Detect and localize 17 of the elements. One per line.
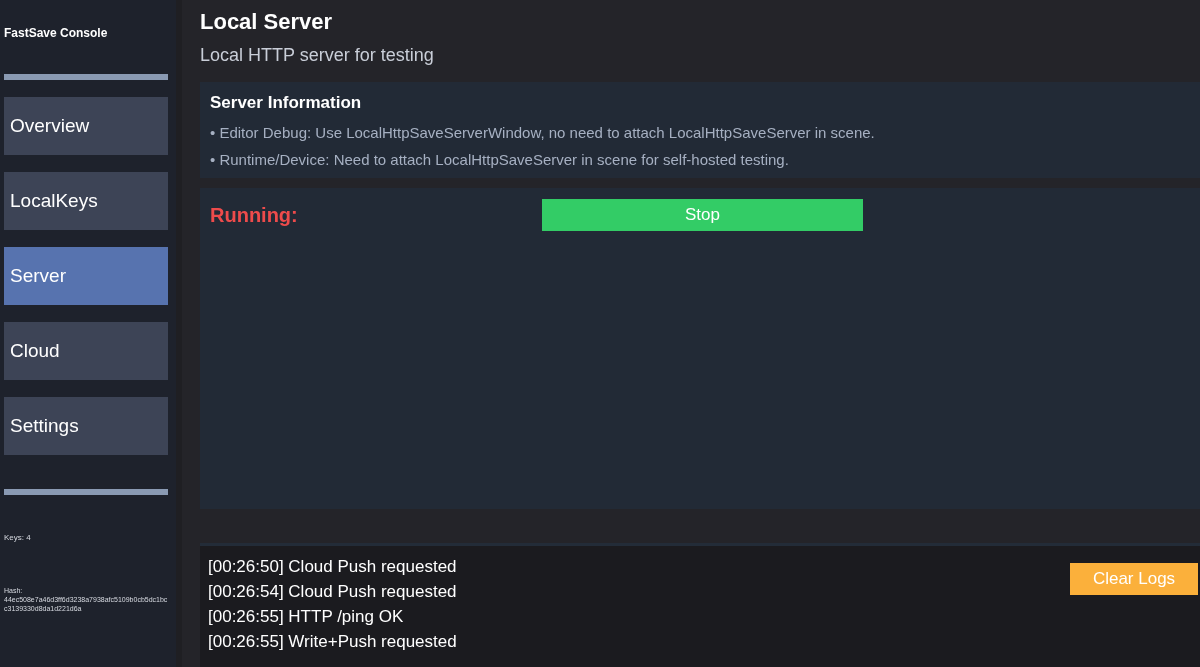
- log-line: [00:26:55] Write+Push requested: [208, 631, 458, 653]
- info-text: • Runtime/Device: Need to attach LocalHttpSaveServer in scene for self-hosted testing.: [210, 150, 790, 170]
- log-line: [00:26:55] HTTP /ping OK: [208, 606, 405, 628]
- status-label: Running:: [210, 203, 299, 227]
- nav-item[interactable]: Cloud: [4, 322, 168, 380]
- info-text: • Editor Debug: Use LocalHttpSaveServerWindow, no need to attach LocalHttpSaveServer in scene.: [210, 123, 876, 143]
- nav-item[interactable]: Settings: [4, 397, 168, 455]
- nav-item[interactable]: LocalKeys: [4, 172, 168, 230]
- log-line: [00:26:54] Cloud Push requested: [208, 581, 458, 603]
- log-line: [00:26:50] Cloud Push requested: [208, 556, 458, 578]
- panel-title: Server Information: [210, 93, 363, 113]
- key-count: Keys: 4: [4, 533, 32, 542]
- app-title: FastSave Console: [4, 26, 109, 40]
- nav-item[interactable]: Server: [4, 247, 168, 305]
- page-title: Local Server: [200, 9, 334, 36]
- nav-item[interactable]: Overview: [4, 97, 168, 155]
- page-subtitle: Local HTTP server for testing: [200, 45, 435, 66]
